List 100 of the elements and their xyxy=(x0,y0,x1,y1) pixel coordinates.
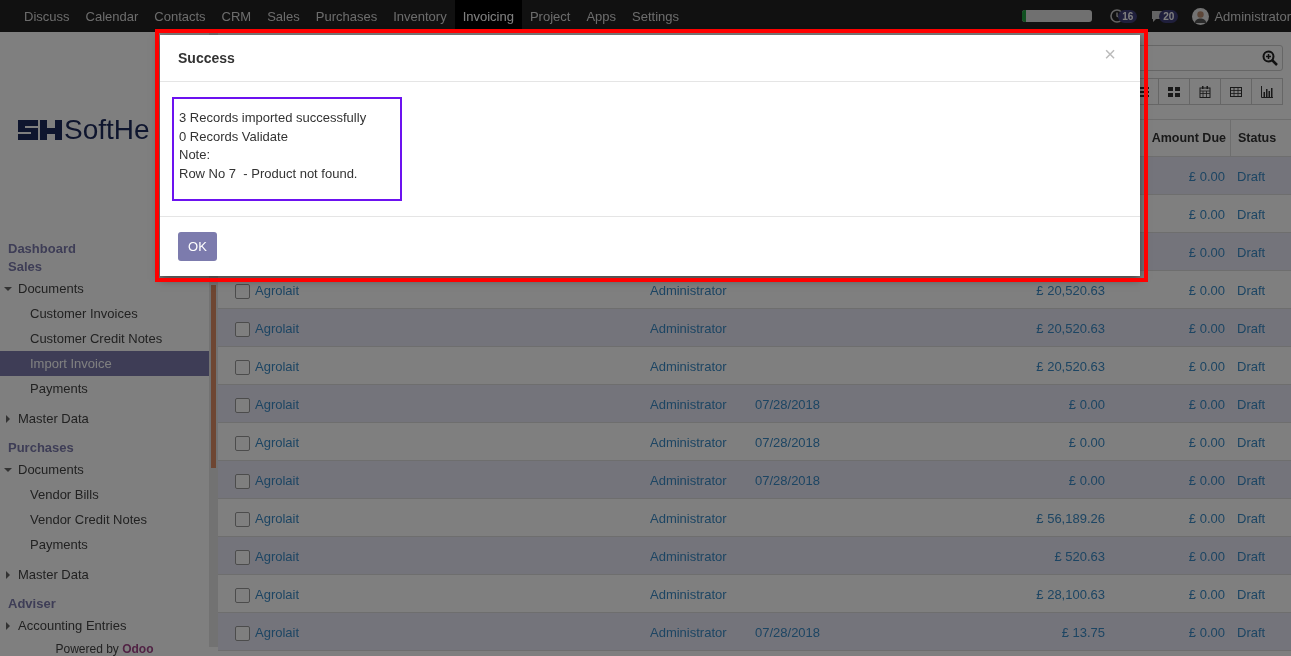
table-cell: £ 56,189.26 xyxy=(1036,512,1105,525)
table-row[interactable]: Agrolait Administrator £ 520.63 £ 0.00 Draft xyxy=(218,537,1291,575)
view-button[interactable] xyxy=(1220,78,1252,105)
menu-group[interactable]: Master Data xyxy=(18,567,89,582)
table-cell: £ 13.75 xyxy=(1061,626,1105,639)
view-button[interactable] xyxy=(1158,78,1190,105)
menu-group[interactable]: Master Data xyxy=(18,411,89,426)
table-cell: Draft xyxy=(1237,170,1266,183)
caret-down-icon[interactable] xyxy=(4,284,12,293)
table-cell: Agrolait xyxy=(255,626,300,639)
logo-mark xyxy=(18,117,62,143)
sidebar-item[interactable]: Customer Credit Notes xyxy=(0,326,209,351)
menu-item[interactable]: CRM xyxy=(213,0,260,32)
sidebar-item[interactable]: Import Invoice xyxy=(0,351,209,376)
checkbox[interactable] xyxy=(235,587,250,603)
menu-item[interactable]: Inventory xyxy=(385,0,455,32)
table-cell: £ 20,520.63 xyxy=(1036,322,1105,335)
sidebar-item[interactable]: Payments xyxy=(0,376,209,401)
table-row[interactable]: Agrolait Administrator 07/28/2018 £ 0.00 £ 0.00 Draft xyxy=(218,461,1291,499)
user-name[interactable]: Administrator xyxy=(1214,8,1291,24)
checkbox[interactable] xyxy=(235,549,250,565)
table-cell: £ 28,100.63 xyxy=(1036,588,1105,601)
table-cell: £ 0.00 xyxy=(1188,550,1225,563)
menu-item[interactable]: Calendar xyxy=(77,0,147,32)
table-icon xyxy=(1230,85,1242,98)
sidebar-item[interactable]: Customer Invoices xyxy=(0,301,209,326)
table-cell: Draft xyxy=(1237,436,1266,449)
checkbox[interactable] xyxy=(235,625,250,641)
table-cell: Administrator xyxy=(650,360,727,373)
close-button[interactable]: × xyxy=(1098,42,1122,66)
table-cell: £ 0.00 xyxy=(1188,284,1225,297)
section-header[interactable]: Adviser xyxy=(0,595,209,613)
sidebar-item[interactable]: Vendor Credit Notes xyxy=(0,507,209,532)
menu-item[interactable]: Invoicing xyxy=(454,0,522,32)
menu-item[interactable]: Apps xyxy=(578,0,625,32)
table-cell: 07/28/2018 xyxy=(755,626,821,639)
table-cell: Administrator xyxy=(650,436,727,449)
table-cell: Draft xyxy=(1237,550,1266,563)
checkbox[interactable] xyxy=(235,435,250,451)
logo-text: SoftHe xyxy=(64,114,150,146)
avatar[interactable] xyxy=(1192,7,1210,25)
checkbox[interactable] xyxy=(235,511,250,527)
table-cell: £ 0.00 xyxy=(1188,588,1225,601)
caret-right-icon[interactable] xyxy=(4,570,12,579)
sidebar-item[interactable]: Payments xyxy=(0,532,209,557)
section-header[interactable]: Purchases xyxy=(0,439,209,457)
powered-by-text: Powered by Odoo xyxy=(54,642,155,656)
dialog-title: Success xyxy=(178,50,235,67)
table-cell: £ 0.00 xyxy=(1188,398,1225,411)
table-cell: Administrator xyxy=(650,474,727,487)
table-cell: Administrator xyxy=(650,322,727,335)
table-cell: Draft xyxy=(1237,284,1266,297)
checkbox[interactable] xyxy=(235,321,250,337)
ok-button[interactable]: OK xyxy=(178,232,217,262)
menu-group[interactable]: Accounting Entries xyxy=(18,618,127,633)
caret-right-icon[interactable] xyxy=(4,414,12,423)
menu-item[interactable]: Settings xyxy=(624,0,688,32)
checkbox[interactable] xyxy=(235,359,250,375)
menu-group[interactable]: Documents xyxy=(18,462,84,477)
sidebar-item[interactable]: Vendor Bills xyxy=(0,482,209,507)
table-cell: Draft xyxy=(1237,322,1266,335)
menu-item[interactable]: Discuss xyxy=(16,0,78,32)
table-cell: Agrolait xyxy=(255,588,300,601)
table-cell: Draft xyxy=(1237,208,1266,221)
caret-down-icon[interactable] xyxy=(4,465,12,474)
menu-item[interactable]: Contacts xyxy=(146,0,214,32)
message-line: Note: xyxy=(179,146,212,165)
table-cell: Agrolait xyxy=(255,512,300,525)
table-cell: £ 0.00 xyxy=(1188,322,1225,335)
menu-item[interactable]: Sales xyxy=(259,0,308,32)
table-cell: Administrator xyxy=(650,588,727,601)
checkbox[interactable] xyxy=(235,397,250,413)
table-cell: Draft xyxy=(1237,588,1266,601)
table-cell: £ 0.00 xyxy=(1068,436,1105,449)
calendar-icon xyxy=(1199,85,1211,98)
view-button[interactable] xyxy=(1251,78,1283,105)
table-cell: Administrator xyxy=(650,550,727,563)
table-row[interactable]: Agrolait Administrator 07/28/2018 £ 0.00 £ 0.00 Draft xyxy=(218,385,1291,423)
table-cell: 07/28/2018 xyxy=(755,436,821,449)
menu-item[interactable]: Purchases xyxy=(307,0,386,32)
message-count: 20 xyxy=(1159,9,1179,23)
search-icon[interactable] xyxy=(1262,50,1278,66)
table-row[interactable]: Agrolait Administrator £ 20,520.63 £ 0.00 Draft xyxy=(218,309,1291,347)
table-cell: £ 0.00 xyxy=(1188,360,1225,373)
table-cell: Agrolait xyxy=(255,360,300,373)
table-cell: Agrolait xyxy=(255,284,300,297)
checkbox[interactable] xyxy=(235,283,250,299)
column-header[interactable]: Status xyxy=(1230,120,1291,156)
table-cell: 07/28/2018 xyxy=(755,398,821,411)
checkbox[interactable] xyxy=(235,473,250,489)
table-cell: Draft xyxy=(1237,512,1266,525)
caret-right-icon[interactable] xyxy=(4,621,12,630)
table-row[interactable]: Agrolait Administrator 07/28/2018 £ 13.75 £ 0.00 Draft xyxy=(218,613,1291,651)
table-cell: Agrolait xyxy=(255,474,300,487)
table-cell: £ 20,520.63 xyxy=(1036,360,1105,373)
table-cell: £ 0.00 xyxy=(1188,436,1225,449)
table-cell: £ 0.00 xyxy=(1188,170,1225,183)
menu-item[interactable]: Project xyxy=(521,0,579,32)
view-button[interactable] xyxy=(1189,78,1221,105)
menu-group[interactable]: Documents xyxy=(18,281,84,296)
